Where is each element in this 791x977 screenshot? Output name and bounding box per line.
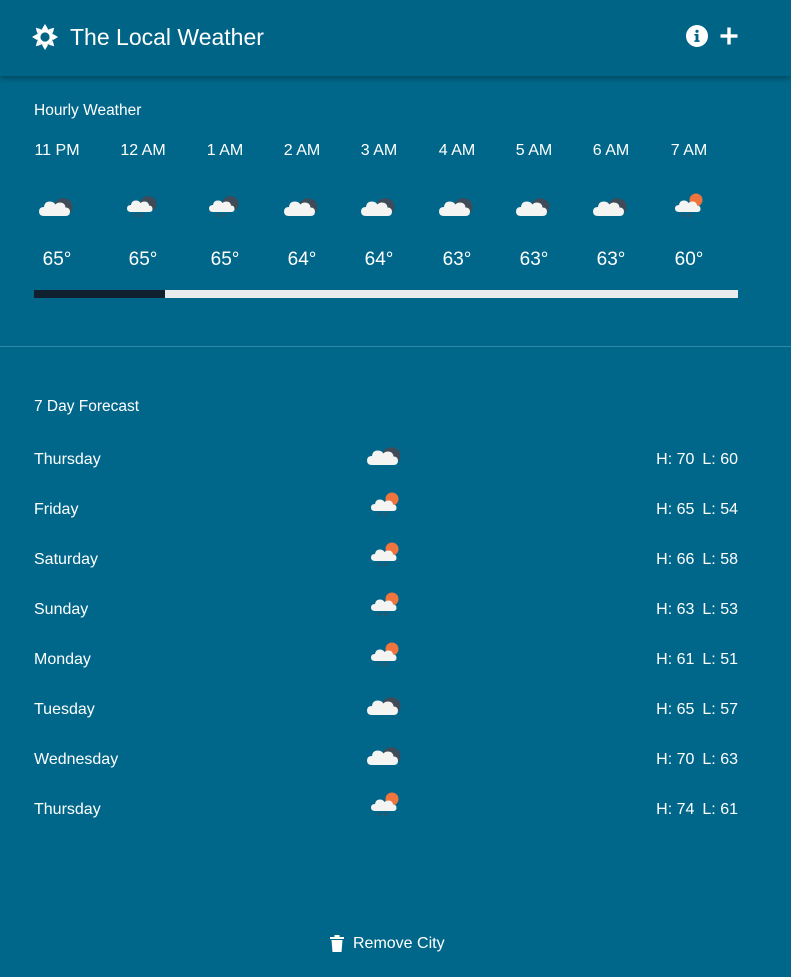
hourly-item: 12 AM 65° bbox=[103, 140, 183, 280]
hourly-time: 4 AM bbox=[438, 142, 476, 159]
hourly-time: 11 PM bbox=[34, 142, 80, 159]
hourly-time: 12 AM bbox=[120, 142, 166, 159]
hourly-scrollbar-thumb[interactable] bbox=[34, 290, 165, 298]
cloudy-night-icon bbox=[282, 188, 322, 220]
forecast-temperatures: H: 63 L: 53 bbox=[656, 599, 738, 621]
forecast-high: H: 74 bbox=[656, 801, 695, 818]
forecast-high: H: 61 bbox=[656, 651, 695, 668]
cloudy-night-icon bbox=[437, 188, 477, 220]
cloudy-night-icon bbox=[359, 188, 399, 220]
hourly-item: 7 AM 60° bbox=[649, 140, 729, 280]
cloudy-night-rain-icon bbox=[123, 188, 163, 220]
cloudy-night-rain-icon bbox=[205, 188, 245, 220]
hourly-item: 11 PM 65° bbox=[17, 140, 97, 280]
forecast-low: L: 53 bbox=[702, 601, 738, 618]
weather-app: The Local Weather Hourly Weather 11 PM 65… bbox=[0, 0, 791, 977]
partly-cloudy-day-rain-icon bbox=[365, 487, 405, 519]
hourly-temperature: 65° bbox=[128, 249, 158, 270]
hourly-item: 2 AM 64° bbox=[262, 140, 342, 280]
cloudy-night-icon bbox=[365, 437, 405, 469]
hourly-temperature: 65° bbox=[210, 249, 240, 270]
forecast-high: H: 66 bbox=[656, 551, 695, 568]
info-icon bbox=[694, 29, 700, 42]
partly-cloudy-day-rain-icon bbox=[365, 637, 405, 669]
forecast-low: L: 57 bbox=[702, 701, 738, 718]
forecast-temperatures: H: 65 L: 57 bbox=[656, 699, 738, 721]
hourly-item: 6 AM 63° bbox=[571, 140, 651, 280]
plus-icon bbox=[720, 27, 738, 45]
cloudy-night-icon bbox=[37, 188, 77, 220]
forecast-day-name: Friday bbox=[34, 501, 79, 518]
hourly-temperature: 65° bbox=[42, 249, 72, 270]
partly-cloudy-day-rain-icon bbox=[365, 787, 405, 819]
forecast-low: L: 63 bbox=[702, 751, 738, 768]
hourly-item: 4 AM 63° bbox=[417, 140, 497, 280]
hourly-temperature: 60° bbox=[674, 249, 704, 270]
app-header: The Local Weather bbox=[0, 0, 791, 76]
hourly-temperature: 64° bbox=[287, 249, 317, 270]
forecast-day-name: Thursday bbox=[34, 451, 101, 468]
forecast-low: L: 60 bbox=[702, 451, 738, 468]
hourly-item: 1 AM 65° bbox=[185, 140, 265, 280]
forecast-row: Thursday H: 74 L: 61 bbox=[0, 792, 791, 849]
forecast-high: H: 70 bbox=[656, 451, 695, 468]
forecast-temperatures: H: 70 L: 60 bbox=[656, 449, 738, 471]
cloudy-night-icon bbox=[365, 737, 405, 769]
forecast-day-name: Tuesday bbox=[34, 701, 95, 718]
seven-day-forecast-title: 7 Day Forecast bbox=[34, 398, 140, 415]
cloudy-night-icon bbox=[365, 687, 405, 719]
forecast-day-name: Wednesday bbox=[34, 751, 119, 768]
forecast-low: L: 58 bbox=[702, 551, 738, 568]
hourly-scrollbar-track[interactable] bbox=[34, 290, 738, 298]
section-divider bbox=[0, 346, 791, 347]
hourly-time: 2 AM bbox=[283, 142, 321, 159]
hourly-time: 7 AM bbox=[670, 142, 708, 159]
sun-icon bbox=[32, 24, 58, 50]
forecast-day-name: Saturday bbox=[34, 551, 99, 568]
hourly-weather-title: Hourly Weather bbox=[34, 102, 142, 119]
cloudy-night-icon bbox=[514, 188, 554, 220]
forecast-temperatures: H: 61 L: 51 bbox=[656, 649, 738, 671]
info-button[interactable] bbox=[686, 25, 708, 47]
hourly-time: 5 AM bbox=[515, 142, 553, 159]
hourly-time: 3 AM bbox=[360, 142, 398, 159]
hourly-time: 1 AM bbox=[206, 142, 244, 159]
hourly-item: 3 AM 64° bbox=[339, 140, 419, 280]
partly-cloudy-day-rain-icon bbox=[669, 188, 709, 220]
forecast-high: H: 65 bbox=[656, 701, 695, 718]
partly-cloudy-day-rain-icon bbox=[365, 537, 405, 569]
add-city-button[interactable] bbox=[718, 25, 740, 47]
forecast-low: L: 61 bbox=[702, 801, 738, 818]
forecast-temperatures: H: 70 L: 63 bbox=[656, 749, 738, 771]
hourly-temperature: 63° bbox=[442, 249, 472, 270]
hourly-item: 5 AM 63° bbox=[494, 140, 574, 280]
forecast-low: L: 54 bbox=[702, 501, 738, 518]
forecast-high: H: 63 bbox=[656, 601, 695, 618]
hourly-temperature: 64° bbox=[364, 249, 394, 270]
remove-city-label: Remove City bbox=[353, 935, 445, 952]
forecast-temperatures: H: 65 L: 54 bbox=[656, 499, 738, 521]
cloudy-night-icon bbox=[591, 188, 631, 220]
partly-cloudy-day-rain-icon bbox=[365, 587, 405, 619]
forecast-temperatures: H: 74 L: 61 bbox=[656, 799, 738, 821]
forecast-low: L: 51 bbox=[702, 651, 738, 668]
hourly-time: 6 AM bbox=[592, 142, 630, 159]
trash-icon bbox=[330, 935, 344, 952]
hourly-temperature: 63° bbox=[519, 249, 549, 270]
forecast-high: H: 65 bbox=[656, 501, 695, 518]
forecast-day-name: Sunday bbox=[34, 601, 89, 618]
forecast-day-name: Monday bbox=[34, 651, 91, 668]
forecast-day-name: Thursday bbox=[34, 801, 101, 818]
forecast-temperatures: H: 66 L: 58 bbox=[656, 549, 738, 571]
forecast-high: H: 70 bbox=[656, 751, 695, 768]
hourly-temperature: 63° bbox=[596, 249, 626, 270]
app-title: The Local Weather bbox=[70, 24, 264, 50]
